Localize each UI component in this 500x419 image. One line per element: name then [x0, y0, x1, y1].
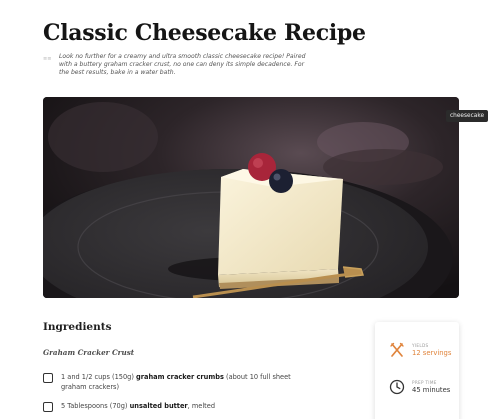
image-tag: cheesecake: [446, 110, 489, 122]
ingredient-text: 5 Tablespoons (70g) unsalted butter, mel…: [61, 401, 215, 412]
clock-icon: [389, 379, 405, 395]
prep-time-info: PREP TIME 45 minutes: [389, 379, 450, 395]
ingredient-amount: 1 and 1/2 cups (150g): [61, 373, 137, 381]
ingredient-name: graham cracker crumbs: [136, 373, 224, 381]
yield-info: YIELDS 12 servings: [389, 342, 451, 358]
intro-marker: ≡≡: [43, 56, 52, 62]
ingredients-heading: Ingredients: [43, 321, 112, 333]
intro-text: Look no further for a creamy and ultra s…: [59, 53, 306, 76]
prep-time-value: 45 minutes: [412, 385, 451, 394]
page-title: Classic Cheesecake Recipe: [43, 20, 366, 46]
ingredient-text: 1 and 1/2 cups (150g) graham cracker cru…: [61, 372, 313, 392]
ingredient-name: unsalted butter: [129, 402, 188, 410]
ingredient-note: , melted: [187, 402, 216, 410]
ingredients-subheading: Graham Cracker Crust: [43, 348, 135, 357]
ingredient-item: 5 Tablespoons (70g) unsalted butter, mel…: [43, 401, 313, 412]
yield-value: 12 servings: [412, 348, 452, 357]
utensils-icon: [390, 342, 404, 357]
ingredient-checkbox[interactable]: [43, 373, 53, 383]
cheesecake-photo: [43, 97, 459, 298]
ingredient-item: 1 and 1/2 cups (150g) graham cracker cru…: [43, 372, 313, 392]
recipe-details-card: YIELDS 12 servings PREP TIME 45 minutes: [375, 322, 459, 419]
ingredient-amount: 5 Tablespoons (70g): [61, 402, 130, 410]
recipe-intro: ≡≡ Look no further for a creamy and ultr…: [43, 53, 313, 77]
ingredient-checkbox[interactable]: [43, 402, 53, 412]
